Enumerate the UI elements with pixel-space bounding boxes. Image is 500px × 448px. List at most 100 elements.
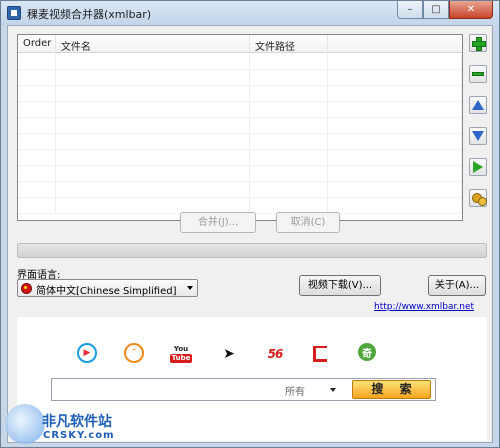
table-cell (250, 118, 328, 134)
table-row (18, 166, 462, 182)
search-button[interactable]: 搜 索 (352, 380, 431, 399)
file-list-body (18, 54, 462, 214)
table-row (18, 70, 462, 86)
table-cell (56, 102, 250, 118)
v56-icon[interactable]: 56 (263, 343, 287, 365)
table-cell (56, 118, 250, 134)
table-cell (56, 150, 250, 166)
settings-button[interactable] (469, 189, 487, 207)
youtube-icon[interactable]: You Tube (169, 343, 193, 365)
table-cell (328, 182, 462, 198)
arrow-down-icon (472, 131, 484, 141)
table-row (18, 182, 462, 198)
youku-icon[interactable]: ▶ (77, 343, 97, 363)
table-cell (250, 54, 328, 70)
chevron-down-icon[interactable] (330, 388, 336, 392)
column-header-order[interactable]: Order (18, 35, 56, 53)
watermark-text: 非凡软件站 (42, 414, 112, 430)
watermark: 非凡软件站 CRSKY.com (5, 404, 123, 446)
client-area: Order 文件名 文件路径 合并(J)... 取消(C) 界面语言: 简体中文… (7, 25, 493, 443)
search-box: 所有 搜 索 (51, 378, 436, 401)
move-up-button[interactable] (469, 96, 487, 114)
close-button[interactable]: ✕ (449, 1, 493, 19)
maximize-button[interactable]: □ (423, 1, 449, 19)
table-cell (250, 134, 328, 150)
minimize-button[interactable]: – (397, 1, 423, 19)
youtube-label-top: You (173, 345, 189, 353)
table-cell (56, 86, 250, 102)
table-cell (56, 54, 250, 70)
watermark-logo (5, 404, 45, 444)
letv-icon[interactable] (313, 346, 327, 362)
table-cell (18, 54, 56, 70)
table-cell (328, 54, 462, 70)
table-cell (328, 198, 462, 214)
chevron-down-icon (187, 286, 193, 290)
table-cell (18, 102, 56, 118)
language-select[interactable]: 简体中文[Chinese Simplified] (17, 279, 198, 297)
video-download-button[interactable]: 视频下载(V)... (299, 275, 381, 296)
app-icon (7, 6, 21, 20)
column-header-filepath[interactable]: 文件路径 (250, 35, 328, 53)
table-row (18, 118, 462, 134)
table-cell (18, 198, 56, 214)
cancel-button[interactable]: 取消(C) (276, 212, 340, 233)
window-controls: – □ ✕ (397, 1, 493, 20)
homepage-link[interactable]: http://www.xmlbar.net (374, 302, 474, 312)
table-row (18, 150, 462, 166)
title-bar[interactable]: 稞麦视频合并器(xmlbar) – □ ✕ (1, 1, 499, 25)
app-window: 稞麦视频合并器(xmlbar) – □ ✕ Order 文件名 文件路径 合并(… (0, 0, 500, 448)
arrow-up-icon (472, 100, 484, 110)
table-cell (328, 118, 462, 134)
search-scope-select[interactable]: 所有 (285, 383, 305, 398)
table-row (18, 86, 462, 102)
add-file-button[interactable] (469, 34, 487, 52)
table-cell (328, 134, 462, 150)
remove-file-button[interactable] (469, 65, 487, 83)
table-cell (18, 118, 56, 134)
table-cell (56, 182, 250, 198)
video-sites: ▶ ᵔ You Tube ➤ 56 奇 (77, 343, 387, 367)
watermark-subtext: CRSKY.com (43, 430, 115, 441)
table-cell (18, 70, 56, 86)
table-cell (18, 166, 56, 182)
qiyi-icon[interactable]: 奇 (358, 343, 376, 361)
search-input[interactable] (54, 381, 274, 398)
table-cell (18, 134, 56, 150)
table-row (18, 134, 462, 150)
table-row (18, 102, 462, 118)
file-list-header: Order 文件名 文件路径 (18, 35, 462, 53)
tudou-icon[interactable]: ᵔ (124, 343, 144, 363)
column-header-filename[interactable]: 文件名 (56, 35, 250, 53)
iqiyi-icon[interactable]: ➤ (217, 343, 241, 365)
move-down-button[interactable] (469, 127, 487, 145)
table-cell (328, 86, 462, 102)
table-row (18, 54, 462, 70)
merge-button[interactable]: 合并(J)... (180, 212, 256, 233)
play-button[interactable] (469, 158, 487, 176)
table-cell (250, 166, 328, 182)
gears-icon (471, 192, 487, 206)
table-cell (250, 102, 328, 118)
language-selected: 简体中文[Chinese Simplified] (36, 286, 177, 297)
table-cell (250, 70, 328, 86)
table-cell (56, 166, 250, 182)
about-button[interactable]: 关于(A)... (428, 275, 486, 296)
table-cell (250, 150, 328, 166)
column-header-extra[interactable] (328, 35, 462, 53)
window-title: 稞麦视频合并器(xmlbar) (27, 8, 152, 21)
table-cell (18, 86, 56, 102)
table-cell (328, 166, 462, 182)
remove-icon (472, 72, 484, 76)
table-cell (18, 182, 56, 198)
file-list[interactable]: Order 文件名 文件路径 (17, 34, 463, 221)
youtube-label-bottom: Tube (169, 354, 193, 363)
table-cell (250, 182, 328, 198)
progress-bar (17, 243, 487, 258)
table-cell (18, 150, 56, 166)
table-cell (328, 102, 462, 118)
table-cell (56, 70, 250, 86)
china-flag-icon (21, 283, 32, 294)
add-icon (472, 37, 486, 51)
table-cell (328, 70, 462, 86)
